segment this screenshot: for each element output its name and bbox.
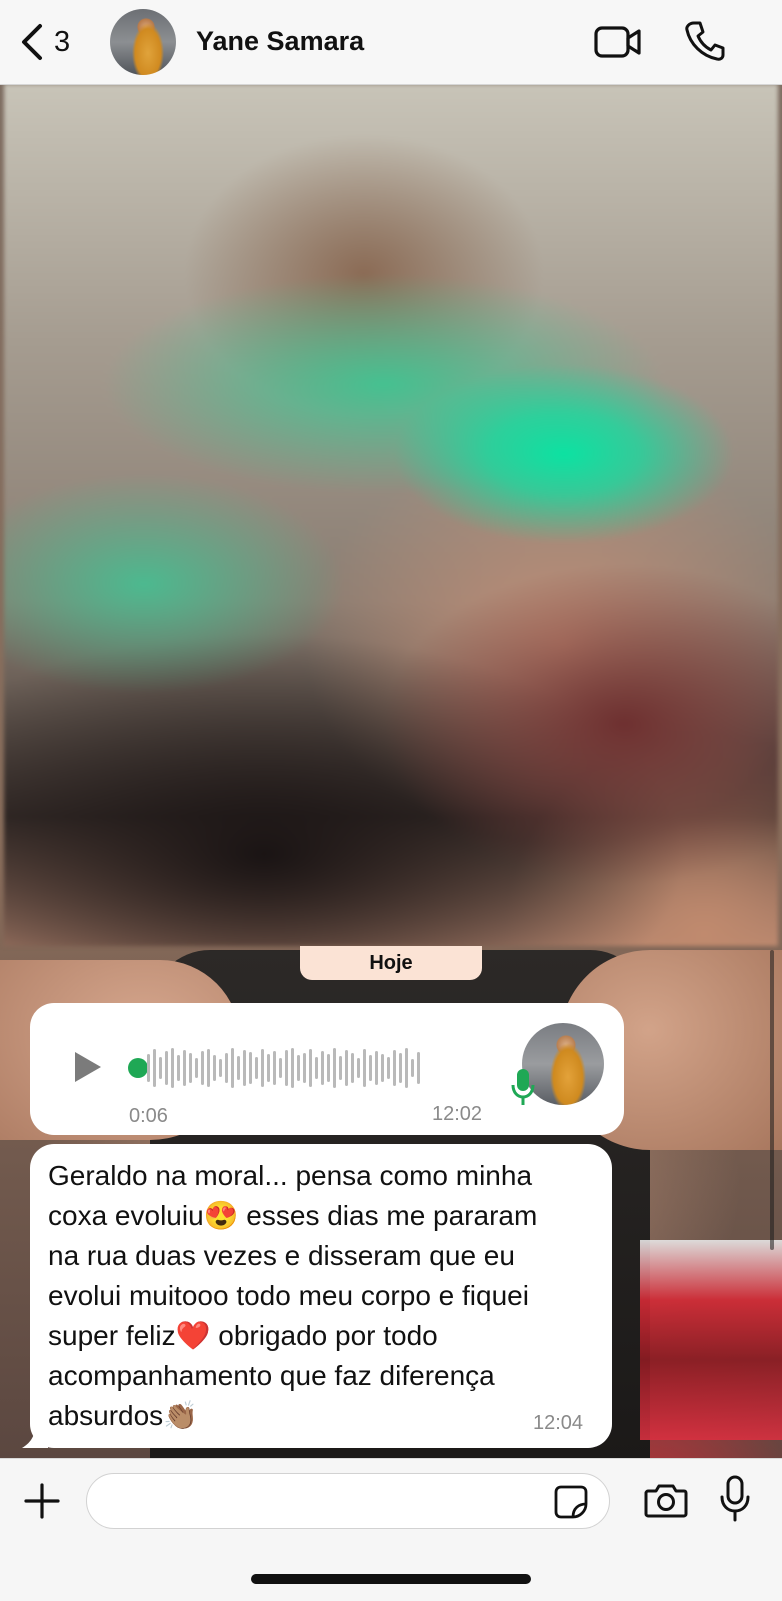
waveform-bar — [405, 1048, 408, 1088]
voice-timestamp: 12:02 — [432, 1103, 483, 1125]
microphone-icon — [720, 1475, 750, 1522]
attach-button[interactable] — [22, 1481, 62, 1526]
waveform-bar — [183, 1050, 186, 1086]
waveform-bar — [165, 1051, 168, 1085]
waveform-bar — [309, 1049, 312, 1087]
waveform-bar — [147, 1054, 150, 1082]
waveform-bar — [327, 1054, 330, 1082]
waveform-bar — [375, 1051, 378, 1085]
waveform-bar — [279, 1058, 282, 1078]
waveform-bar — [177, 1055, 180, 1081]
play-icon — [75, 1052, 101, 1082]
waveform-bar — [333, 1048, 336, 1088]
waveform-bar — [273, 1051, 276, 1085]
chevron-left-icon — [22, 24, 42, 60]
waveform-bar — [231, 1048, 234, 1088]
waveform-bar — [381, 1054, 384, 1082]
message-input-bar — [0, 1458, 782, 1601]
waveform-bar — [171, 1048, 174, 1088]
waveform-bar — [297, 1055, 300, 1081]
chat-header: 3 Yane Samara — [0, 0, 782, 85]
contact-name[interactable]: Yane Samara — [196, 26, 364, 57]
wallpaper-gym-equipment — [640, 1240, 782, 1440]
message-timestamp: 12:04 — [533, 1412, 584, 1434]
waveform-bar — [159, 1057, 162, 1079]
waveform-bar — [201, 1051, 204, 1085]
camera-button[interactable] — [644, 1481, 688, 1524]
waveform-bar — [411, 1059, 414, 1077]
waveform-bar — [399, 1053, 402, 1083]
date-separator: Hoje — [300, 946, 482, 980]
waveform-bar — [219, 1059, 222, 1077]
waveform-bar — [237, 1056, 240, 1080]
waveform-bar — [387, 1057, 390, 1079]
waveform-bar — [321, 1051, 324, 1085]
message-text: Geraldo na moral... pensa como minha cox… — [48, 1160, 538, 1431]
text-message-bubble[interactable]: Geraldo na moral... pensa como minha cox… — [30, 1144, 612, 1448]
voice-call-button[interactable] — [684, 20, 726, 67]
waveform-bar — [267, 1054, 270, 1082]
sticker-icon — [554, 1485, 588, 1519]
video-call-button[interactable] — [594, 22, 642, 67]
plus-icon — [24, 1483, 60, 1519]
phone-icon — [685, 21, 725, 61]
contact-avatar[interactable] — [110, 9, 176, 75]
voice-record-button[interactable] — [718, 1475, 752, 1528]
back-button[interactable]: 3 — [20, 22, 70, 62]
chat-scrollbar[interactable] — [770, 950, 774, 1250]
waveform-bar — [303, 1053, 306, 1083]
voice-message-bubble[interactable]: 0:06 12:02 — [30, 1003, 624, 1135]
video-camera-icon — [594, 26, 641, 58]
waveform-bar — [315, 1057, 318, 1079]
waveform-bar — [261, 1049, 264, 1087]
sticker-button[interactable] — [553, 1484, 589, 1525]
home-indicator — [251, 1574, 531, 1584]
waveform-bar — [207, 1049, 210, 1087]
message-input[interactable] — [86, 1473, 610, 1529]
waveform-bar — [189, 1053, 192, 1083]
voice-duration: 0:06 — [129, 1105, 168, 1127]
waveform-bar — [363, 1049, 366, 1087]
waveform-bar — [195, 1058, 198, 1078]
waveform-bar — [357, 1058, 360, 1078]
waveform-bar — [243, 1050, 246, 1086]
waveform-bar — [291, 1048, 294, 1088]
waveform-bar — [417, 1052, 420, 1084]
waveform-bar — [153, 1049, 156, 1087]
waveform-bar — [351, 1053, 354, 1083]
waveform-bar — [393, 1050, 396, 1086]
blurred-photo[interactable] — [4, 84, 778, 946]
camera-icon — [644, 1484, 688, 1518]
audio-waveform[interactable] — [147, 1043, 420, 1093]
waveform-bar — [249, 1052, 252, 1084]
waveform-bar — [285, 1050, 288, 1086]
waveform-bar — [345, 1050, 348, 1086]
waveform-bar — [213, 1055, 216, 1081]
play-button[interactable] — [72, 1049, 104, 1090]
microphone-icon — [510, 1067, 536, 1112]
waveform-bar — [255, 1057, 258, 1079]
waveform-bar — [369, 1055, 372, 1081]
playback-progress-dot[interactable] — [128, 1058, 148, 1078]
waveform-bar — [339, 1056, 342, 1080]
message-text-field[interactable] — [105, 1482, 529, 1520]
waveform-bar — [225, 1053, 228, 1083]
unread-count: 3 — [54, 25, 71, 58]
